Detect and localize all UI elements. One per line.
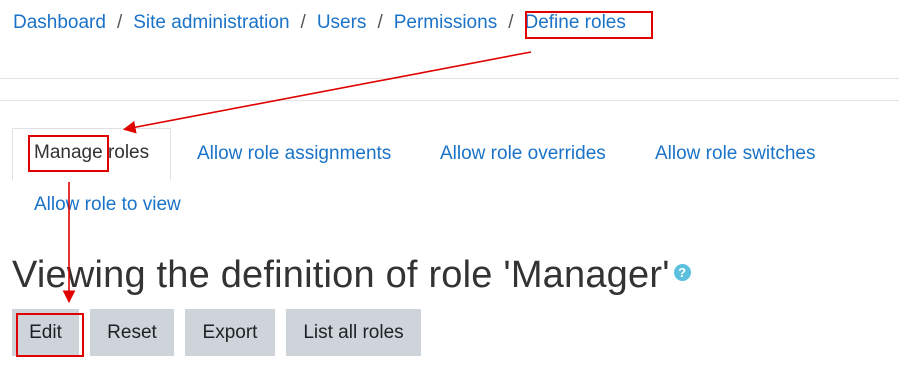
export-button[interactable]: Export: [185, 309, 275, 356]
page-title-text: Viewing the definition of role 'Manager': [12, 254, 670, 296]
list-all-roles-button[interactable]: List all roles: [286, 309, 421, 356]
help-icon[interactable]: ?: [673, 264, 691, 282]
tab-allow-role-overrides[interactable]: Allow role overrides: [440, 143, 606, 165]
breadcrumb-users[interactable]: Users: [317, 12, 367, 33]
tab-allow-role-switches[interactable]: Allow role switches: [655, 143, 816, 165]
annotation-arrow-to-manage-roles: [122, 51, 532, 134]
divider: [0, 78, 899, 79]
reset-button[interactable]: Reset: [90, 309, 174, 356]
breadcrumb-separator: /: [116, 12, 123, 33]
annotation-box-define-roles: [525, 11, 653, 39]
divider: [0, 100, 899, 101]
breadcrumb-separator: /: [300, 12, 306, 33]
breadcrumb-dashboard[interactable]: Dashboard: [13, 12, 106, 33]
breadcrumb-separator: /: [377, 12, 383, 33]
tab-allow-role-to-view[interactable]: Allow role to view: [34, 194, 181, 216]
breadcrumb-permissions[interactable]: Permissions: [394, 12, 497, 33]
breadcrumb-separator: /: [508, 12, 514, 33]
tab-allow-role-assignments[interactable]: Allow role assignments: [197, 143, 391, 165]
annotation-box-manage-roles: [28, 135, 109, 172]
annotation-box-edit: [16, 313, 84, 357]
page-title: Viewing the definition of role 'Manager'…: [12, 254, 691, 297]
breadcrumb-site-administration[interactable]: Site administration: [133, 12, 289, 33]
